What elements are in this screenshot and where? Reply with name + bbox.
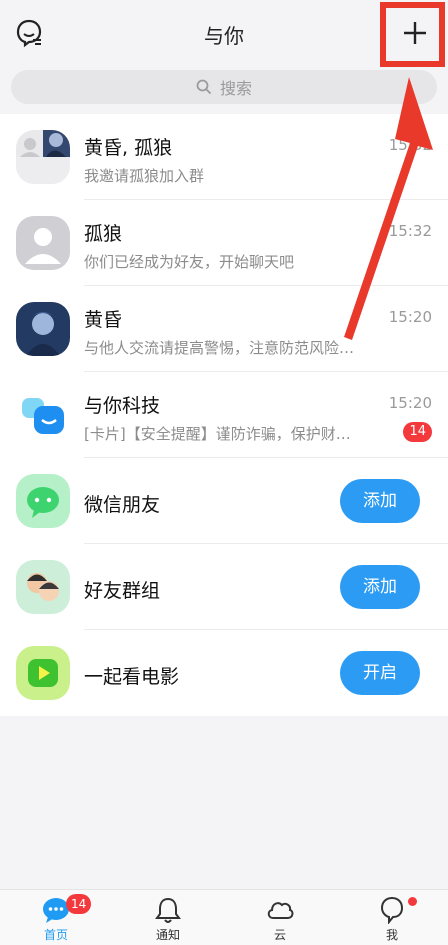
plus-icon[interactable] <box>392 10 438 56</box>
conversation-name: 与你科技 <box>84 395 161 417</box>
page-title: 与你 <box>204 24 244 48</box>
feature-item: 一起看电影 开启 <box>0 630 448 716</box>
feature-item: 好友群组 添加 <box>0 544 448 630</box>
bell-icon <box>155 897 181 923</box>
conversation-item[interactable]: 黄昏, 孤狼 我邀请孤狼加入群 15:32 <box>0 114 448 200</box>
tab-home[interactable]: 14 首页 <box>0 890 112 945</box>
unread-badge: 14 <box>403 422 432 442</box>
bottom-tab-bar: 14 首页 通知 云 我 <box>0 889 448 945</box>
profile-icon <box>380 896 404 924</box>
play-icon <box>16 646 70 700</box>
conversation-preview: [卡片]【安全提醒】谨防诈骗，保护财… <box>84 425 351 443</box>
conversation-name: 黄昏 <box>84 309 123 331</box>
conversation-time: 15:32 <box>388 222 432 240</box>
group-avatar <box>16 130 70 184</box>
tab-me[interactable]: 我 <box>336 890 448 945</box>
cloud-icon <box>267 902 294 919</box>
notification-dot <box>408 897 417 906</box>
add-wechat-friend-button[interactable]: 添加 <box>340 479 420 523</box>
conversation-name: 黄昏, 孤狼 <box>84 137 173 159</box>
search-placeholder: 搜索 <box>219 79 252 98</box>
conversation-preview: 你们已经成为好友，开始聊天吧 <box>84 253 295 271</box>
top-bar: 与你 <box>0 0 448 68</box>
wechat-icon <box>16 474 70 528</box>
tab-label: 通知 <box>155 928 180 942</box>
conversation-item[interactable]: 与你科技 [卡片]【安全提醒】谨防诈骗，保护财… 15:20 14 <box>0 372 448 458</box>
default-avatar <box>16 216 70 270</box>
search-bar[interactable]: 搜索 <box>11 70 437 104</box>
conversation-time: 15:20 <box>388 394 432 412</box>
conversation-time: 15:32 <box>388 136 432 154</box>
tab-label: 首页 <box>43 928 68 942</box>
conversation-preview: 我邀请孤狼加入群 <box>84 167 205 185</box>
tab-notifications[interactable]: 通知 <box>112 890 224 945</box>
feature-item: 微信朋友 添加 <box>0 458 448 544</box>
conversation-list: 黄昏, 孤狼 我邀请孤狼加入群 15:32 孤狼 你们已经成为好友，开始聊天吧 … <box>0 114 448 716</box>
tab-label: 我 <box>385 928 398 942</box>
tab-cloud[interactable]: 云 <box>224 890 336 945</box>
group-icon <box>16 560 70 614</box>
conversation-time: 15:20 <box>388 308 432 326</box>
feature-name: 好友群组 <box>84 580 161 602</box>
conversation-name: 孤狼 <box>84 223 123 245</box>
search-icon <box>196 79 212 95</box>
official-account-avatar <box>16 388 70 442</box>
conversation-preview: 与他人交流请提高警惕，注意防范风险… <box>84 339 355 357</box>
user-avatar <box>16 302 70 356</box>
add-group-button[interactable]: 添加 <box>340 565 420 609</box>
conversation-item[interactable]: 孤狼 你们已经成为好友，开始聊天吧 15:32 <box>0 200 448 286</box>
watch-movie-button[interactable]: 开启 <box>340 651 420 695</box>
feature-name: 一起看电影 <box>84 666 180 688</box>
tab-label: 云 <box>273 928 286 942</box>
tab-badge: 14 <box>66 894 92 914</box>
conversation-item[interactable]: 黄昏 与他人交流请提高警惕，注意防范风险… 15:20 <box>0 286 448 372</box>
feature-name: 微信朋友 <box>84 494 161 516</box>
